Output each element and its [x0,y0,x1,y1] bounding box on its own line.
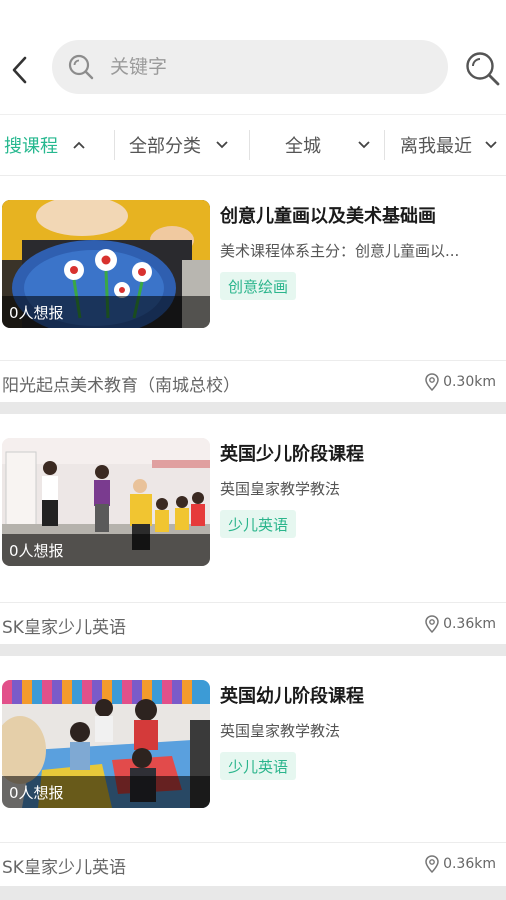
chevron-left-icon [12,56,27,84]
distance: 0.36km [425,855,496,873]
course-tag: 少儿英语 [220,752,297,780]
card-gap [0,886,506,900]
distance: 0.36km [425,615,496,633]
filter-category[interactable]: 全部分类 [129,115,229,175]
location-pin-icon [425,855,439,873]
search-icon [66,52,96,82]
school-name[interactable]: SK皇家少儿英语 [2,613,126,638]
chevron-down-icon [357,140,371,150]
search-box[interactable] [52,40,448,94]
distance-value: 0.36km [443,856,496,872]
filter-bar: 搜课程 全部分类 全城 离我最近 [0,114,506,176]
filter-divider [384,130,385,160]
school-name[interactable]: SK皇家少儿英语 [2,853,126,878]
card-divider [0,360,506,361]
filter-search-course[interactable]: 搜课程 [4,115,86,175]
search-button[interactable] [462,48,504,90]
chevron-down-icon [484,140,498,150]
search-input[interactable] [110,56,410,78]
search-icon [466,52,500,86]
card-divider [0,602,506,603]
course-title[interactable]: 英国幼儿阶段课程 [220,682,364,708]
card-gap [0,644,506,656]
want-count: 0人想报 [2,776,210,808]
location-pin-icon [425,373,439,391]
course-thumbnail[interactable]: 0人想报 [2,438,210,566]
course-tag: 创意绘画 [220,272,297,300]
course-title[interactable]: 英国少儿阶段课程 [220,440,364,466]
school-name[interactable]: 阳光起点美术教育（南城总校） [2,371,240,396]
course-tag: 少儿英语 [220,510,297,538]
filter-label: 离我最近 [400,136,472,157]
course-description: 英国皇家教学教法 [220,480,341,498]
filter-divider [249,130,250,160]
filter-sort-distance[interactable]: 离我最近 [400,115,498,175]
want-count: 0人想报 [2,296,210,328]
chevron-down-icon [215,140,229,150]
filter-label: 全城 [285,136,321,157]
filter-city[interactable]: 全城 [285,115,371,175]
distance-value: 0.30km [443,374,496,390]
distance: 0.30km [425,373,496,391]
filter-divider [114,130,115,160]
back-button[interactable] [4,50,34,90]
top-bar [0,0,506,106]
filter-label: 搜课程 [4,136,58,157]
course-thumbnail[interactable]: 0人想报 [2,680,210,808]
chevron-up-icon [72,140,86,150]
course-card[interactable]: 0人想报 英国幼儿阶段课程 英国皇家教学教法 少儿英语 SK皇家少儿英语 0.3… [0,656,506,900]
card-divider [0,842,506,843]
course-title[interactable]: 创意儿童画以及美术基础画 [220,202,436,228]
course-card[interactable]: 0人想报 创意儿童画以及美术基础画 美术课程体系主分：创意儿童画以... 创意绘… [0,176,506,402]
course-thumbnail[interactable]: 0人想报 [2,200,210,328]
filter-label: 全部分类 [129,136,201,157]
course-description: 英国皇家教学教法 [220,722,341,740]
distance-value: 0.36km [443,616,496,632]
location-pin-icon [425,615,439,633]
want-count: 0人想报 [2,534,210,566]
card-gap [0,402,506,414]
course-card[interactable]: 0人想报 英国少儿阶段课程 英国皇家教学教法 少儿英语 SK皇家少儿英语 0.3… [0,414,506,644]
course-description: 美术课程体系主分：创意儿童画以... [220,242,460,260]
